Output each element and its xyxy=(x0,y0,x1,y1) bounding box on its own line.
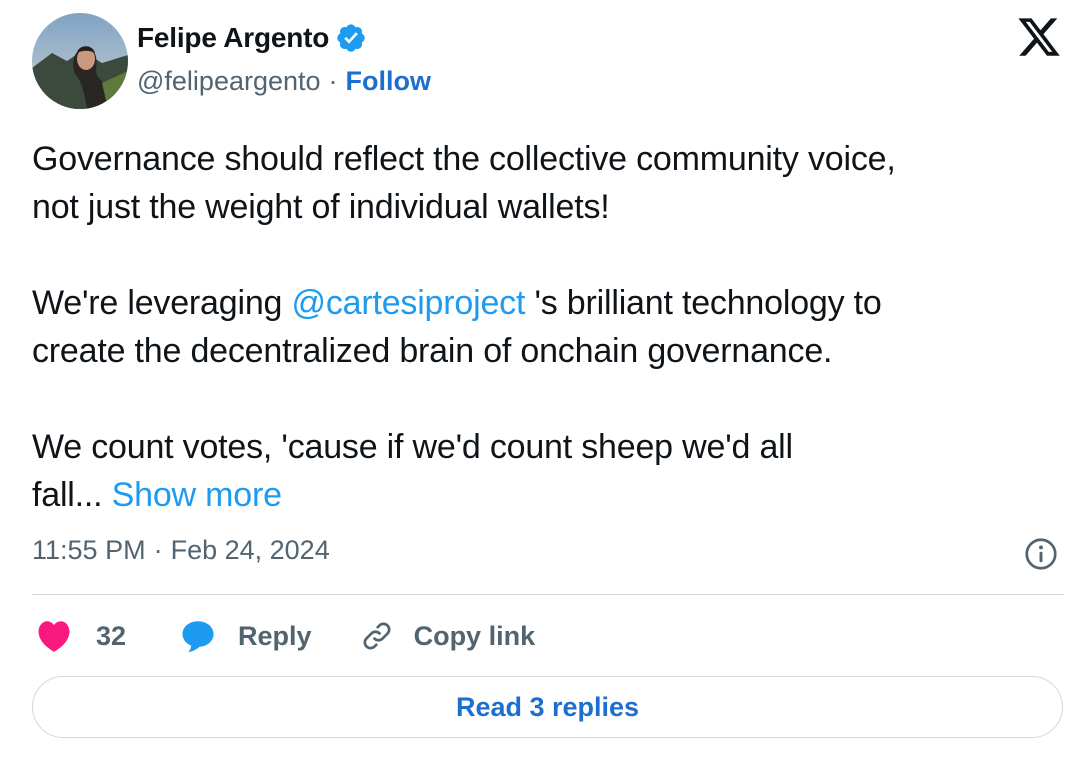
tweet-actions: 32 Reply Copy link xyxy=(36,612,535,660)
tweet-text: Governance should reflect the collective… xyxy=(32,135,1062,519)
link-icon xyxy=(360,619,394,653)
avatar[interactable] xyxy=(32,13,128,109)
author-display-name[interactable]: Felipe Argento xyxy=(137,22,329,54)
author-handle[interactable]: @felipeargento xyxy=(137,66,321,97)
tweet-timestamp[interactable]: 11:55 PM · Feb 24, 2024 xyxy=(32,535,330,566)
info-icon[interactable] xyxy=(1023,536,1059,572)
follow-button[interactable]: Follow xyxy=(346,66,431,97)
read-replies-label: Read 3 replies xyxy=(455,691,640,722)
read-replies-button[interactable]: Read 3 replies xyxy=(32,676,1063,738)
copy-link-button[interactable]: Copy link xyxy=(360,619,536,653)
like-button[interactable]: 32 xyxy=(36,619,126,653)
tweet-text-fragment: fall... xyxy=(32,476,103,514)
tweet-time: 11:55 PM xyxy=(32,535,146,565)
mention-link-cartesiproject[interactable]: @cartesiproject xyxy=(292,284,526,322)
tweet-embed-card: Felipe Argento @felipeargento · Follow G… xyxy=(0,0,1084,764)
show-more-link[interactable]: Show more xyxy=(112,476,282,514)
divider xyxy=(32,594,1064,595)
like-count: 32 xyxy=(96,620,127,651)
x-logo-icon[interactable] xyxy=(1016,14,1062,60)
heart-icon xyxy=(36,619,72,653)
reply-label: Reply xyxy=(238,620,312,651)
verified-badge-icon xyxy=(335,22,367,54)
tweet-line: Governance should reflect the collective… xyxy=(32,140,896,178)
tweet-line: create the decentralized brain of onchai… xyxy=(32,332,833,370)
tweet-line: fall... Show more xyxy=(32,471,1062,519)
tweet-text-fragment: We're leveraging xyxy=(32,284,292,322)
speech-bubble-icon xyxy=(180,619,216,653)
timestamp-separator: · xyxy=(153,535,163,565)
tweet-line: We count votes, 'cause if we'd count she… xyxy=(32,428,793,466)
author-handle-row: @felipeargento · Follow xyxy=(137,66,431,97)
avatar-photo xyxy=(32,13,128,109)
copy-link-label: Copy link xyxy=(413,620,536,651)
tweet-text-fragment: 's brilliant technology to xyxy=(525,284,882,322)
tweet-line: not just the weight of individual wallet… xyxy=(32,188,610,226)
tweet-line: We're leveraging @cartesiproject 's bril… xyxy=(32,279,1062,327)
tweet-date: Feb 24, 2024 xyxy=(170,535,330,565)
author-name-row: Felipe Argento xyxy=(137,22,367,54)
handle-separator: · xyxy=(328,66,338,96)
reply-button[interactable]: Reply xyxy=(180,619,312,653)
